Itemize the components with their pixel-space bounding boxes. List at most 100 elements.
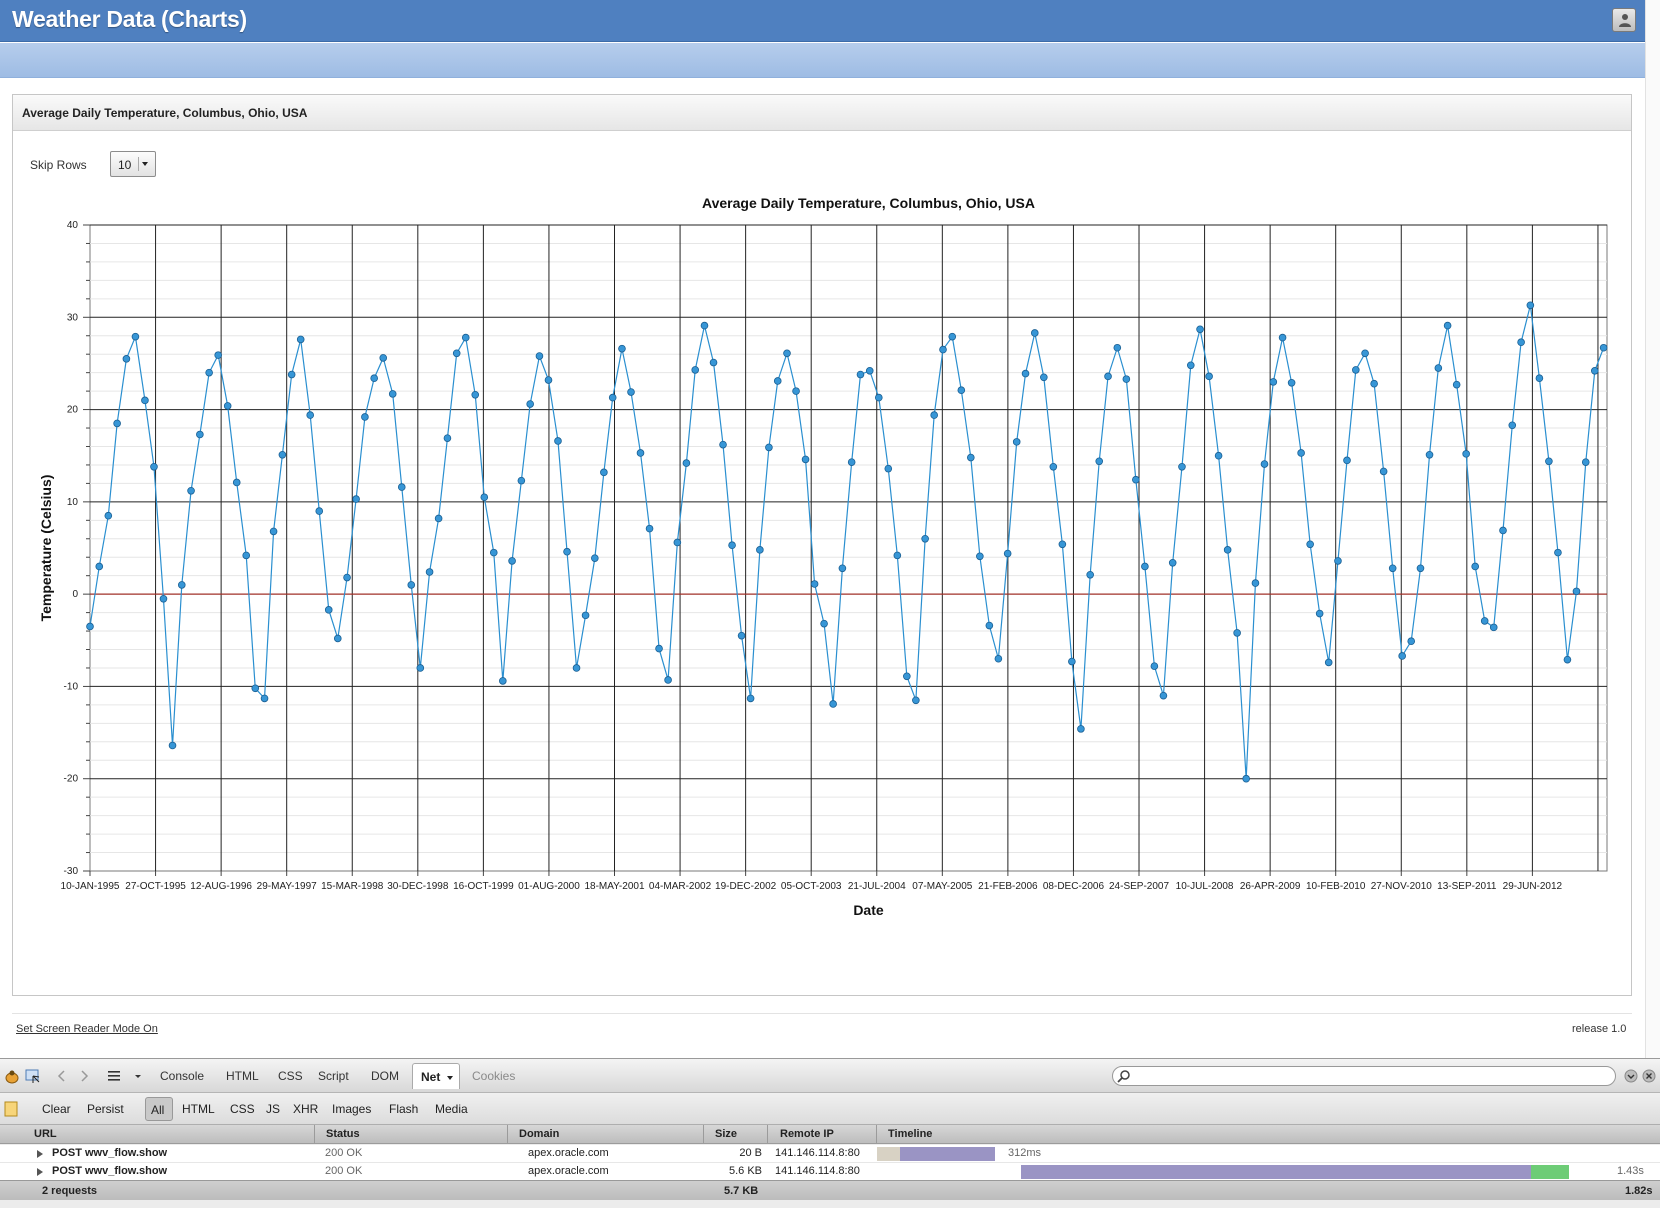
x-tick-label: 21-JUL-2004 [848,881,906,892]
data-point [535,352,544,360]
column-url[interactable]: URL [34,1128,57,1140]
data-point [1581,458,1590,466]
x-tick-label: 24-SEP-2007 [1109,881,1169,892]
data-point [1499,526,1507,535]
tab-html[interactable]: HTML [226,1069,259,1083]
list-menu-icon[interactable] [107,1070,123,1082]
data-point [1535,374,1544,382]
tab-dom[interactable]: DOM [371,1069,399,1083]
filter-images-button[interactable]: Images [332,1102,371,1116]
chart-title: Average Daily Temperature, Columbus, Ohi… [702,195,1035,211]
column-divider [703,1125,704,1144]
data-point [1324,658,1333,667]
filter-html-button[interactable]: HTML [182,1102,215,1116]
x-tick-label: 10-JUL-2008 [1176,881,1234,892]
filter-css-button[interactable]: CSS [230,1102,255,1116]
data-point [985,621,994,630]
data-point [903,672,911,681]
screen-reader-mode-link[interactable]: Set Screen Reader Mode On [16,1023,158,1035]
data-point [773,377,782,385]
y-tick-label: 20 [67,405,79,416]
data-point [1205,372,1213,381]
total-size: 5.7 KB [724,1185,759,1197]
data-point [1287,379,1296,387]
data-point [636,449,645,457]
data-point [1343,456,1351,465]
firebug-toolbar: Console HTML CSS Script DOM Net Cookies [0,1059,1660,1093]
column-timeline[interactable]: Timeline [888,1128,932,1140]
filter-flash-button[interactable]: Flash [389,1102,418,1116]
expand-icon[interactable] [37,1150,43,1158]
data-point [1480,617,1489,625]
clear-button[interactable]: Clear [42,1102,71,1116]
dropdown-arrow-icon[interactable] [134,1074,142,1080]
data-point [1278,333,1287,342]
y-tick-label: -20 [64,774,79,785]
column-status[interactable]: Status [326,1128,360,1140]
data-point [1021,369,1030,378]
data-point [1150,662,1159,670]
firebug-search-input[interactable] [1112,1066,1616,1086]
persist-button[interactable]: Persist [87,1102,124,1116]
data-point [829,700,837,708]
x-axis-label: Date [853,902,884,918]
tab-cookies[interactable]: Cookies [472,1069,515,1083]
data-point [141,396,149,405]
column-remote-ip[interactable]: Remote IP [780,1128,834,1140]
column-size[interactable]: Size [715,1128,737,1140]
inspect-icon[interactable] [24,1068,42,1086]
data-point [1159,691,1168,700]
tab-console[interactable]: Console [160,1069,204,1083]
data-point [994,654,1003,663]
tab-net[interactable]: Net [412,1063,460,1089]
data-point [1297,449,1305,457]
user-menu-button[interactable] [1612,8,1636,32]
expand-icon[interactable] [37,1168,43,1176]
filter-all-button[interactable]: All [145,1097,173,1121]
temperature-chart: -30 -20 -10 0 10 20 30 40 10-JAN-1995 27-OCT-1995… [38,195,1608,918]
table-row[interactable]: POST wwv_flow.show 200 OK apex.oracle.co… [0,1163,1660,1181]
data-point [930,411,938,419]
data-point [912,696,920,705]
data-point [865,367,874,375]
filter-js-button[interactable]: JS [266,1102,280,1116]
data-point [1242,774,1250,783]
tab-css[interactable]: CSS [278,1069,303,1083]
x-tick-label: 01-AUG-2000 [518,881,580,892]
data-point [95,562,104,571]
navigation-bar [0,43,1645,78]
forward-icon[interactable] [78,1069,90,1083]
data-point [893,551,902,560]
filter-xhr-button[interactable]: XHR [293,1102,318,1116]
data-point [113,419,121,428]
x-tick-label: 10-JAN-1995 [61,881,120,892]
request-size: 5.6 KB [728,1165,762,1177]
data-point [333,634,342,643]
data-point [1012,438,1021,446]
filter-media-button[interactable]: Media [435,1102,468,1116]
minimize-icon[interactable] [1624,1069,1638,1083]
y-tick-label: 0 [72,589,78,600]
y-tick-label: -30 [64,866,79,877]
data-point [461,333,470,342]
data-point [499,677,507,685]
timeline-wait-bar [899,1147,995,1161]
data-point [242,551,251,560]
data-point [223,402,232,410]
firebug-icon[interactable] [3,1068,21,1086]
close-icon[interactable] [1642,1069,1656,1083]
data-point [425,568,434,576]
x-tick-label: 12-AUG-1996 [190,881,252,892]
tab-script[interactable]: Script [318,1069,349,1083]
x-tick-label: 29-MAY-1997 [257,881,317,892]
data-point [1269,378,1278,386]
column-divider [767,1125,768,1144]
data-point [168,741,177,750]
column-domain[interactable]: Domain [519,1128,559,1140]
back-icon[interactable] [56,1069,68,1083]
data-point [471,391,480,399]
table-row[interactable]: POST wwv_flow.show 200 OK apex.oracle.co… [0,1145,1660,1163]
chart-region: Average Daily Temperature, Columbus, Ohi… [12,94,1632,996]
page-scrollbar[interactable] [1645,0,1660,1058]
data-point [324,606,333,614]
